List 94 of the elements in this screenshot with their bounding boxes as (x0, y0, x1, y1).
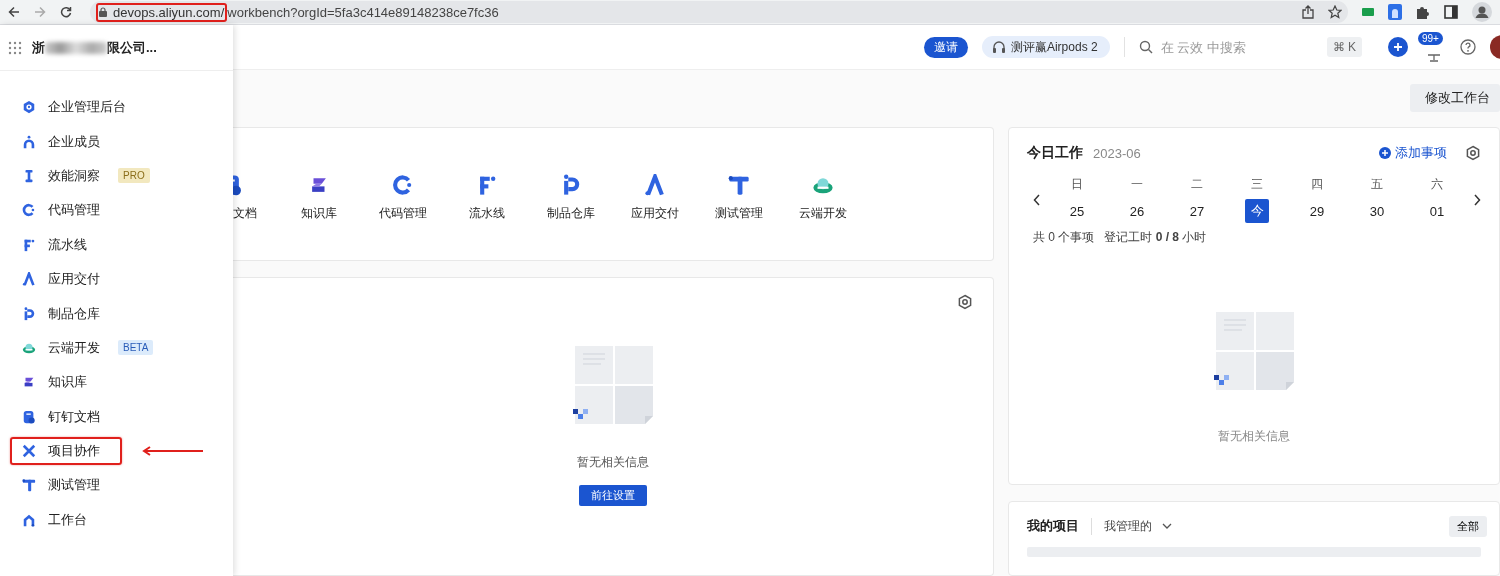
hexagon-icon (22, 100, 36, 115)
help-icon[interactable] (1460, 39, 1476, 55)
sidebar-item[interactable]: 测试管理 (10, 471, 122, 500)
logged-hours: 登记工时 0 / 8 小时 (1104, 229, 1207, 246)
weekday-label: 六 (1431, 176, 1443, 193)
sidebar-item[interactable]: 企业管理后台 (10, 93, 148, 122)
weekday-label: 日 (1071, 176, 1083, 193)
calendar-day[interactable]: 26 (1125, 199, 1149, 223)
person-icon (22, 134, 36, 149)
sidebar-item[interactable]: 应用交付 (10, 265, 122, 294)
sidebar-item[interactable]: 流水线 (10, 230, 109, 259)
t-shape-icon (22, 478, 36, 493)
tray-icon[interactable] (1426, 54, 1442, 62)
annotation-arrow (142, 446, 204, 457)
redaction-blur (45, 41, 107, 54)
card-title: 我的项目 (1027, 517, 1079, 536)
app-label[interactable]: 应用交付 (631, 205, 679, 222)
weekday-label: 三 (1251, 176, 1263, 193)
feature-badge: PRO (118, 168, 150, 184)
settings-icon[interactable] (957, 294, 973, 310)
add-item-link[interactable]: 添加事项 (1379, 144, 1447, 162)
invite-button[interactable]: 邀请 (923, 36, 968, 58)
house-icon (22, 512, 36, 527)
back-icon[interactable] (8, 6, 20, 18)
url-path: workbench?orgId=5fa3c414e89148238ce7fc36 (227, 4, 499, 20)
weekday-label: 一 (1131, 176, 1143, 193)
filter-dropdown[interactable]: 我管理的 (1091, 517, 1437, 535)
sidebar-item[interactable]: 项目协作 (10, 437, 122, 466)
prev-icon[interactable] (1033, 193, 1041, 206)
side-panel-icon[interactable] (1444, 5, 1458, 19)
share-icon[interactable] (1302, 5, 1314, 19)
search-icon (1138, 40, 1153, 54)
month-label: 2023-06 (1093, 145, 1142, 161)
weekday-label: 四 (1311, 176, 1323, 193)
app-label[interactable]: 文档 (233, 205, 257, 222)
org-name: 限公司... (107, 38, 157, 57)
chevron-down-icon (1162, 523, 1172, 530)
sidebar-item[interactable]: 制品仓库 (10, 299, 122, 328)
card-title: 今日工作 (1027, 144, 1083, 162)
all-button[interactable]: 全部 (1449, 515, 1487, 537)
star-icon[interactable] (1328, 5, 1342, 19)
weekday-label: 五 (1371, 176, 1383, 193)
extension-icon[interactable] (1388, 4, 1402, 20)
sidebar-item[interactable]: 代码管理 (10, 196, 122, 225)
x-shape-icon (22, 444, 36, 459)
c-shape-icon (392, 174, 414, 196)
item-count: 共 0 个事项 (1033, 229, 1095, 246)
c-shape-icon (22, 203, 36, 218)
calendar-day[interactable]: 29 (1305, 199, 1329, 223)
document-icon (22, 409, 36, 424)
next-icon[interactable] (1473, 193, 1481, 206)
a-shape-icon (644, 174, 666, 196)
plus-icon (1379, 147, 1391, 159)
calendar-day[interactable]: 01 (1425, 199, 1449, 223)
profile-icon[interactable] (1472, 2, 1492, 22)
edit-workbench-button[interactable]: 修改工作台 (1410, 84, 1500, 112)
reload-icon[interactable] (60, 6, 72, 18)
calendar-day[interactable]: 25 (1065, 199, 1089, 223)
t-shape-icon (728, 174, 750, 196)
feature-badge: BETA (118, 340, 154, 356)
empty-message: 暂无相关信息 (577, 454, 649, 471)
empty-message: 暂无相关信息 (1218, 428, 1290, 445)
sidebar-item[interactable]: 工作台 (10, 505, 109, 534)
app-label[interactable]: 制品仓库 (547, 205, 595, 222)
grid-icon[interactable] (8, 40, 22, 55)
sidebar-item[interactable]: 钉钉文档 (10, 402, 122, 431)
puzzle-icon[interactable] (1416, 5, 1430, 19)
app-label[interactable]: 流水线 (469, 205, 505, 222)
shortcut-hint: ⌘ K (1326, 37, 1362, 57)
lock-icon (99, 7, 107, 17)
address-bar[interactable]: devops.aliyun.com/ workbench?orgId=5fa3c414e89148238ce7fc36 (90, 1, 1348, 23)
weekday-label: 二 (1191, 176, 1203, 193)
search-field[interactable]: 在 云效 中搜索 (1158, 38, 1303, 56)
settings-icon[interactable] (1465, 145, 1481, 161)
p-shape-icon (22, 306, 36, 321)
plus-icon (1393, 42, 1403, 52)
promo-button[interactable]: 测评赢Airpods 2 (981, 36, 1110, 58)
a-shape-icon (22, 272, 36, 287)
add-button[interactable] (1388, 37, 1408, 57)
sidebar-item[interactable]: 知识库 (10, 368, 109, 397)
calendar-day[interactable]: 30 (1365, 199, 1389, 223)
sidebar-item[interactable]: 企业成员 (10, 127, 122, 156)
app-label[interactable]: 代码管理 (379, 205, 427, 222)
calendar-day[interactable]: 27 (1185, 199, 1209, 223)
go-settings-button[interactable]: 前往设置 (579, 485, 647, 506)
calendar-day[interactable]: 今 (1245, 199, 1269, 223)
notification-count: 99+ (1418, 32, 1443, 45)
app-label[interactable]: 云端开发 (799, 205, 847, 222)
app-label[interactable]: 测试管理 (715, 205, 763, 222)
headphones-icon (991, 40, 1006, 54)
f-shape-icon (22, 237, 36, 252)
url-host: devops.aliyun.com/ (113, 4, 225, 20)
org-name: 浙 (32, 38, 45, 57)
app-label[interactable]: 知识库 (301, 205, 337, 222)
